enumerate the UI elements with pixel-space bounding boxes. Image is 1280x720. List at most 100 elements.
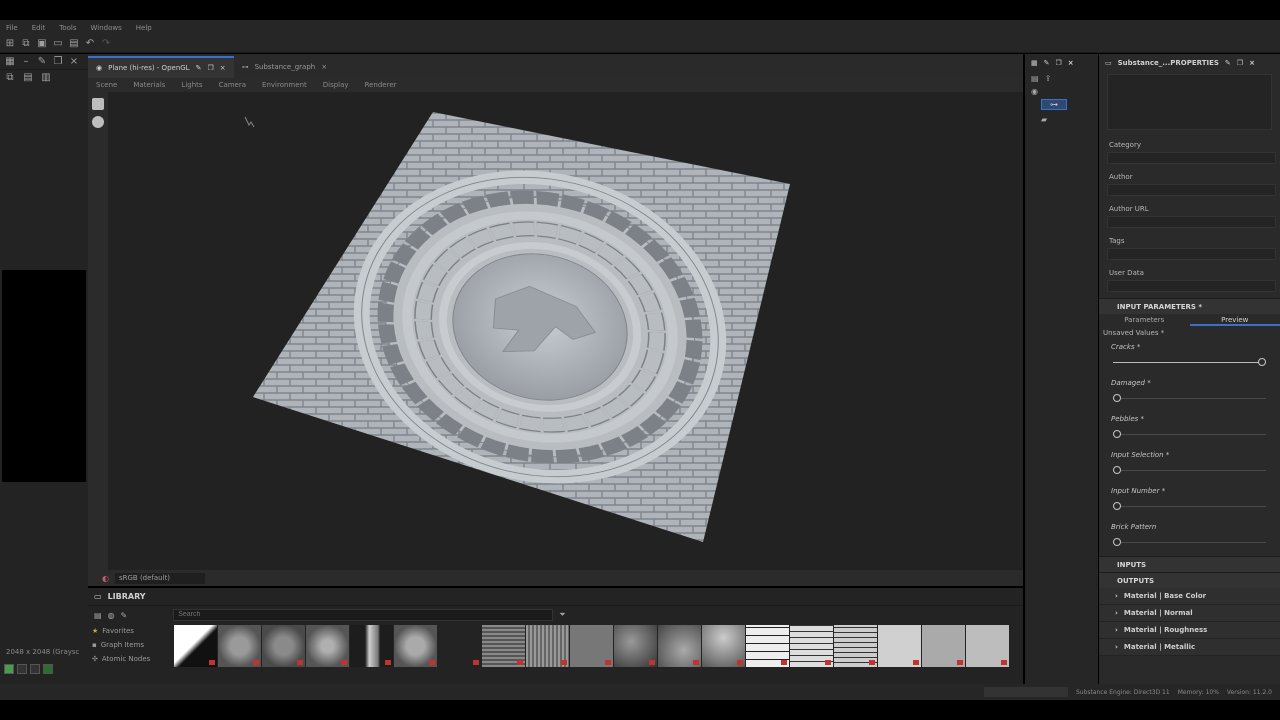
pin-icon[interactable]: ✎ xyxy=(36,56,48,68)
tags-field[interactable] xyxy=(1107,248,1276,260)
float-icon[interactable]: ❐ xyxy=(52,56,64,68)
thumbnail[interactable] xyxy=(922,625,965,667)
param-slider[interactable]: Brick Pattern xyxy=(1099,520,1280,556)
thumbnail[interactable] xyxy=(658,625,701,667)
category-favorites[interactable]: ★ Favorites xyxy=(88,624,168,638)
menu-tools[interactable]: Tools xyxy=(59,24,76,32)
menu-edit[interactable]: Edit xyxy=(32,24,46,32)
slider-knob[interactable] xyxy=(1113,502,1121,510)
category-field[interactable] xyxy=(1107,152,1276,164)
vmenu-environment[interactable]: Environment xyxy=(262,81,307,89)
thumbnail[interactable] xyxy=(746,625,789,667)
inputs-section[interactable]: INPUTS xyxy=(1099,556,1280,572)
tab-preview[interactable]: Preview xyxy=(1189,314,1280,326)
output-metallic[interactable]: › Material | Metallic xyxy=(1099,639,1280,656)
open-folder-icon[interactable]: ▭ xyxy=(52,38,64,50)
colorspace-select[interactable]: sRGB (default) xyxy=(114,572,205,584)
undo-icon[interactable]: ↶ xyxy=(84,38,96,50)
view-list-icon[interactable]: ▤ xyxy=(94,611,102,620)
param-slider[interactable]: Pebbles * xyxy=(1099,412,1280,448)
vmenu-materials[interactable]: Materials xyxy=(133,81,165,89)
slider-knob[interactable] xyxy=(1113,466,1121,474)
new-substance-icon[interactable]: ⧉ xyxy=(20,38,32,50)
outputs-section[interactable]: OUTPUTS xyxy=(1099,572,1280,588)
slider-track[interactable] xyxy=(1113,470,1266,471)
save-icon[interactable]: ▤ xyxy=(68,38,80,50)
tab-3d-view[interactable]: ◉ Plane (hi-res) - OpenGL ✎ ❐ × xyxy=(88,56,234,78)
slider-track[interactable] xyxy=(1113,362,1266,363)
thumbnail[interactable] xyxy=(394,625,437,667)
close-icon[interactable]: × xyxy=(220,64,226,72)
filter-icon[interactable]: ⏷ xyxy=(559,610,565,620)
redo-icon[interactable]: ↷ xyxy=(100,38,112,50)
thumbnail[interactable] xyxy=(834,625,877,667)
user-data-field[interactable] xyxy=(1107,280,1276,292)
globe-icon[interactable]: ◍ xyxy=(108,611,115,620)
vmenu-scene[interactable]: Scene xyxy=(96,81,117,89)
menu-windows[interactable]: Windows xyxy=(91,24,122,32)
thumbnail[interactable] xyxy=(350,625,393,667)
slider-track[interactable] xyxy=(1113,506,1266,507)
light-icon[interactable] xyxy=(92,116,104,128)
float-icon[interactable]: ❐ xyxy=(207,64,213,72)
thumbnail[interactable] xyxy=(482,625,525,667)
vmenu-display[interactable]: Display xyxy=(323,81,349,89)
close-icon[interactable]: × xyxy=(321,63,327,71)
param-slider[interactable]: Damaged * xyxy=(1099,376,1280,412)
pin-icon[interactable]: ✎ xyxy=(1044,59,1050,67)
thumbnail[interactable] xyxy=(790,625,833,667)
menu-help[interactable]: Help xyxy=(136,24,152,32)
tree-package[interactable]: ◉ xyxy=(1025,85,1098,98)
save-icon[interactable]: ▤ xyxy=(22,72,34,84)
camera-icon[interactable] xyxy=(92,98,104,110)
author-field[interactable] xyxy=(1107,184,1276,196)
minimize-icon[interactable]: – xyxy=(20,56,32,68)
close-icon[interactable]: × xyxy=(1249,59,1255,67)
param-slider[interactable]: Input Number * xyxy=(1099,484,1280,520)
tab-graph[interactable]: ⊶ Substance_graph × xyxy=(234,56,335,78)
param-slider[interactable]: Cracks * xyxy=(1099,340,1280,376)
output-roughness[interactable]: › Material | Roughness xyxy=(1099,622,1280,639)
channel-black-icon[interactable] xyxy=(17,664,27,674)
export-icon[interactable]: ⇪ xyxy=(1045,74,1052,83)
thumbnail[interactable] xyxy=(614,625,657,667)
close-icon[interactable]: × xyxy=(1068,59,1074,67)
channel-color-icon[interactable] xyxy=(4,664,14,674)
pin-icon[interactable]: ✎ xyxy=(1225,59,1231,67)
thumbnail[interactable] xyxy=(306,625,349,667)
thumbnail[interactable] xyxy=(438,625,481,667)
color-picker-icon[interactable]: ◐ xyxy=(102,574,109,583)
slider-knob[interactable] xyxy=(1113,538,1121,546)
new-graph-icon[interactable]: ⊞ xyxy=(4,38,16,50)
slider-knob[interactable] xyxy=(1258,358,1266,366)
vmenu-lights[interactable]: Lights xyxy=(181,81,202,89)
thumbnail[interactable] xyxy=(878,625,921,667)
channel-green-icon[interactable] xyxy=(43,664,53,674)
vmenu-camera[interactable]: Camera xyxy=(219,81,246,89)
slider-knob[interactable] xyxy=(1113,394,1121,402)
tab-parameters[interactable]: Parameters xyxy=(1099,314,1190,326)
slider-track[interactable] xyxy=(1113,542,1266,543)
paste-icon[interactable]: ▥ xyxy=(40,72,52,84)
param-slider[interactable]: Input Selection * xyxy=(1099,448,1280,484)
category-atomic-nodes[interactable]: ✣ Atomic Nodes xyxy=(88,652,168,666)
pencil-icon[interactable]: ✎ xyxy=(121,611,128,620)
input-parameters-section[interactable]: INPUT PARAMETERS * xyxy=(1099,298,1280,314)
category-graph-items[interactable]: ▪ Graph Items xyxy=(88,638,168,652)
copy-icon[interactable]: ⧉ xyxy=(4,72,16,84)
description-box[interactable] xyxy=(1107,74,1272,130)
thumbnail[interactable] xyxy=(702,625,745,667)
save-icon[interactable]: ▤ xyxy=(1031,74,1039,83)
float-icon[interactable]: ❐ xyxy=(1056,59,1062,67)
float-icon[interactable]: ❐ xyxy=(1237,59,1243,67)
thumbnail[interactable] xyxy=(218,625,261,667)
pin-icon[interactable]: ✎ xyxy=(196,64,202,72)
library-search-input[interactable] xyxy=(173,609,554,621)
tree-graph[interactable]: ⊶ xyxy=(1025,98,1098,111)
thumbnail[interactable] xyxy=(174,625,217,667)
thumbnail[interactable] xyxy=(526,625,569,667)
menu-file[interactable]: File xyxy=(6,24,18,32)
3d-viewport[interactable] xyxy=(108,92,1023,570)
output-normal[interactable]: › Material | Normal xyxy=(1099,605,1280,622)
vmenu-renderer[interactable]: Renderer xyxy=(365,81,397,89)
